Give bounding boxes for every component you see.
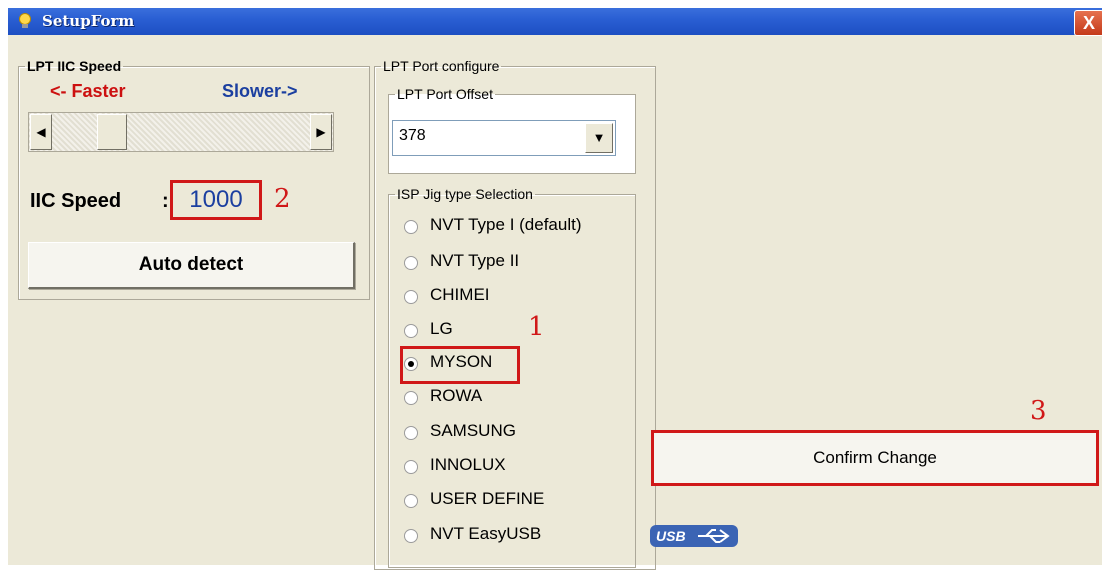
radio-unselected-icon[interactable] bbox=[404, 256, 418, 270]
scroll-left-arrow-icon[interactable]: ◀ bbox=[30, 114, 52, 150]
iic-speed-colon: : bbox=[162, 190, 169, 212]
jig-radio-label: NVT Type II bbox=[430, 251, 520, 270]
isp-jig-type-legend: ISP Jig type Selection bbox=[397, 186, 533, 202]
radio-unselected-icon[interactable] bbox=[404, 391, 418, 405]
radio-unselected-icon[interactable] bbox=[404, 426, 418, 440]
jig-radio-label: ROWA bbox=[430, 386, 483, 405]
lightbulb-icon bbox=[19, 13, 31, 28]
jig-radio-label: LG bbox=[430, 319, 453, 338]
jig-radio-label: SAMSUNG bbox=[430, 421, 516, 440]
jig-radio-label: INNOLUX bbox=[430, 455, 506, 474]
lpt-iic-speed-legend: LPT IIC Speed bbox=[27, 58, 122, 74]
lpt-port-offset-select[interactable]: 378 ▼ bbox=[392, 120, 616, 156]
myson-highlight-box bbox=[400, 346, 520, 384]
auto-detect-button[interactable]: Auto detect bbox=[28, 242, 355, 289]
radio-unselected-icon[interactable] bbox=[404, 220, 418, 234]
confirm-change-button[interactable]: Confirm Change bbox=[651, 430, 1099, 486]
jig-radio-label: USER DEFINE bbox=[430, 489, 545, 508]
usb-logo-icon: USB bbox=[650, 525, 738, 547]
lpt-port-offset-legend: LPT Port Offset bbox=[397, 86, 493, 102]
annotation-2: 2 bbox=[274, 184, 291, 214]
speed-slider[interactable]: ◀ ▶ bbox=[28, 112, 334, 152]
usb-logo-text: USB bbox=[656, 528, 686, 544]
radio-unselected-icon[interactable] bbox=[404, 460, 418, 474]
jig-radio-label: NVT EasyUSB bbox=[430, 524, 542, 543]
radio-unselected-icon[interactable] bbox=[404, 494, 418, 508]
slider-thumb[interactable] bbox=[97, 114, 127, 150]
iic-speed-label: IIC Speed bbox=[30, 190, 122, 212]
window-title: SetupForm bbox=[42, 12, 135, 30]
radio-unselected-icon[interactable] bbox=[404, 290, 418, 304]
chevron-down-icon[interactable]: ▼ bbox=[585, 123, 613, 153]
iic-speed-value: 1000 bbox=[170, 180, 262, 220]
jig-radio-label: CHIMEI bbox=[430, 285, 490, 304]
lpt-port-configure-legend: LPT Port configure bbox=[383, 58, 500, 74]
annotation-3: 3 bbox=[1030, 396, 1047, 426]
jig-radio-label: NVT Type I (default) bbox=[430, 215, 582, 234]
close-button[interactable]: X bbox=[1074, 10, 1102, 36]
annotation-1: 1 bbox=[528, 312, 545, 342]
lpt-port-offset-value: 378 bbox=[399, 127, 426, 144]
radio-unselected-icon[interactable] bbox=[404, 529, 418, 543]
radio-unselected-icon[interactable] bbox=[404, 324, 418, 338]
faster-label: <- Faster bbox=[50, 81, 126, 101]
title-bar: SetupForm X bbox=[8, 8, 1102, 36]
slower-label: Slower-> bbox=[222, 81, 298, 101]
scroll-right-arrow-icon[interactable]: ▶ bbox=[310, 114, 332, 150]
